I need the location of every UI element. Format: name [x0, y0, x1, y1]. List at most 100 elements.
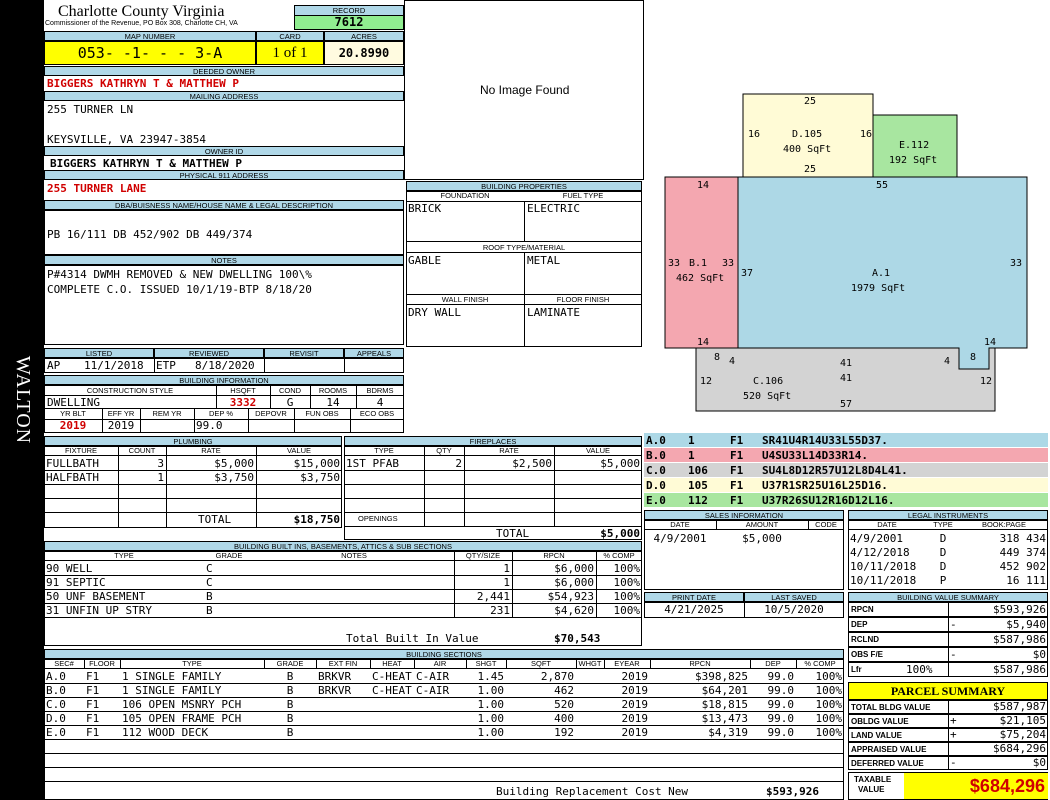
legal-description: PB 16/111 DB 452/902 DB 449/374 — [47, 228, 253, 241]
table-cell: 1 — [503, 576, 510, 589]
divider — [44, 739, 844, 740]
vector-floor: F1 — [730, 494, 744, 507]
divider — [796, 659, 797, 669]
mailing-line-2: KEYSVILLE, VA 23947-3854 — [47, 133, 206, 146]
column-header: EXT FIN — [328, 659, 358, 668]
divider — [44, 781, 844, 782]
parcel-value: $0 — [1032, 756, 1046, 769]
parcel-value: $587,987 — [993, 700, 1046, 713]
vector-count: 1 — [688, 449, 695, 462]
divider — [102, 408, 103, 433]
table-cell: 318 434 — [999, 532, 1046, 545]
table-cell: FULLBATH — [46, 457, 99, 470]
sketch-label: 41 — [840, 373, 852, 384]
parcel-label: APPRAISED VALUE — [851, 745, 927, 754]
vector-id: A.0 — [646, 434, 666, 447]
sketch-label: 462 SqFt — [676, 273, 724, 284]
table-cell: $5,000 — [742, 532, 782, 545]
table-cell: HALFBATH — [46, 471, 99, 484]
record-number: 7612 — [294, 15, 404, 30]
divider — [294, 408, 295, 433]
column-header: VALUE — [286, 446, 312, 455]
vector-floor: F1 — [730, 434, 744, 447]
roof-material-value: METAL — [527, 254, 561, 267]
divider — [576, 659, 577, 669]
table-cell: 100% — [613, 576, 641, 589]
column-header: DATE — [670, 520, 690, 529]
column-header: VALUE — [585, 446, 611, 455]
divider — [344, 455, 642, 456]
column-header: % COMP — [603, 551, 635, 560]
table-cell: 1.00 — [477, 684, 505, 697]
divider — [248, 408, 249, 433]
fireplaces-total-label: TOTAL — [496, 527, 530, 540]
table-cell: 106 OPEN MSNRY PCH — [122, 698, 242, 711]
column-header: GRADE — [276, 659, 304, 668]
sketch-label: 14 — [984, 337, 996, 348]
column-header: NOTES — [341, 551, 367, 560]
parcel-value: $21,105 — [999, 714, 1046, 727]
parcel-value: $75,204 — [999, 728, 1046, 741]
table-cell: 100% — [815, 684, 843, 697]
vector-row: C.0 106 F1 SU4L8D12R57U12L8D4L41. — [644, 463, 1048, 478]
hsqft-label: HSQFT — [230, 386, 256, 395]
table-cell: 231 — [490, 604, 510, 617]
sketch-label: 33 — [1010, 258, 1022, 269]
divider — [414, 659, 415, 669]
table-cell: $18,815 — [701, 698, 748, 711]
brcn-value: $593,926 — [766, 785, 819, 798]
table-cell: A.0 — [46, 670, 66, 683]
bvs-label: DEP — [851, 620, 868, 629]
divider — [744, 602, 745, 618]
wall-finish-value: DRY WALL — [408, 306, 461, 319]
table-cell: 10/11/2018 — [850, 574, 917, 587]
table-cell: 4/9/2001 — [850, 532, 903, 545]
bvs-value: $0 — [1032, 648, 1046, 661]
table-cell: C — [206, 562, 213, 575]
column-header: CODE — [815, 520, 837, 529]
divider — [808, 520, 809, 530]
divider — [270, 385, 271, 408]
parcel-summary-title: PARCEL SUMMARY — [848, 682, 1048, 700]
vector-row: A.0 1 F1 SR41U4R14U33L55D37. — [644, 433, 1048, 448]
table-cell: F1 — [86, 712, 100, 725]
vector-id: B.0 — [646, 449, 666, 462]
table-cell: BRKVR — [318, 684, 352, 697]
vector-string: SR41U4R14U33L55D37. — [762, 434, 888, 447]
no-image-text: No Image Found — [480, 83, 570, 97]
table-cell: C-HEAT — [372, 670, 412, 683]
vector-count: 105 — [688, 479, 708, 492]
table-cell: B — [286, 670, 294, 683]
column-header: AIR — [433, 659, 447, 668]
sketch-label: 25 — [804, 164, 816, 175]
sketch-label: 12 — [980, 376, 992, 387]
vector-count: 1 — [688, 434, 695, 447]
table-cell: $6,000 — [554, 562, 594, 575]
table-cell: 50 UNF BASEMENT — [46, 590, 146, 603]
divider — [948, 602, 949, 617]
roof-type-value: GABLE — [408, 254, 442, 267]
divider — [948, 632, 949, 647]
parcel-label: OBLDG VALUE — [851, 717, 909, 726]
table-cell: 10/11/2018 — [850, 560, 917, 573]
table-cell: P — [939, 574, 947, 587]
sketch-label: E.112 — [899, 140, 929, 151]
bvs-value: $587,986 — [993, 633, 1046, 646]
divider — [44, 668, 844, 669]
sketch-label: 41 — [840, 358, 852, 369]
yr-blt-value: 2019 — [59, 419, 87, 432]
divider — [848, 529, 1048, 530]
builtins-label: BUILDING BUILT INS, BASEMENTS, ATTICS & … — [44, 541, 642, 551]
divider — [344, 470, 642, 471]
column-header: TYPE — [114, 551, 134, 560]
vector-row: B.0 1 F1 U4SU33L14D33R14. — [644, 448, 1048, 463]
sketch-label: 16 — [748, 129, 760, 140]
divider — [344, 358, 345, 373]
divider — [310, 385, 311, 408]
table-cell: $3,750 — [300, 471, 340, 484]
fuel-type-value: ELECTRIC — [527, 202, 580, 215]
sketch-label: C.106 — [753, 376, 783, 387]
card-number: 1 of 1 — [256, 41, 324, 65]
table-cell: 520 — [554, 698, 574, 711]
table-cell: 112 WOOD DECK — [122, 726, 209, 739]
